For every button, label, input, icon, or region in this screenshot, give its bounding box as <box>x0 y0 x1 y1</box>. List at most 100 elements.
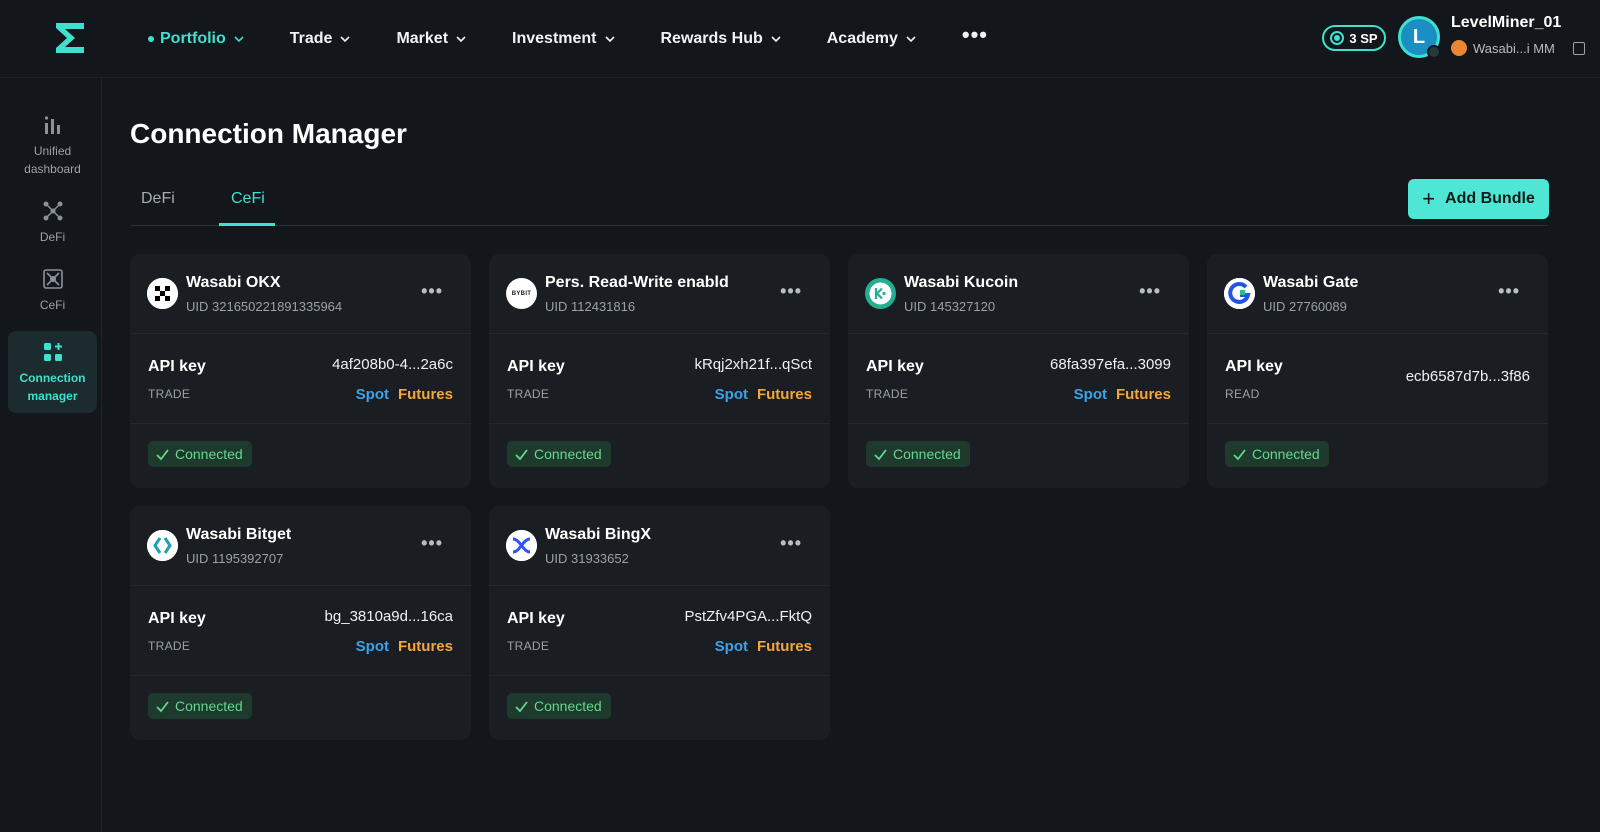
chevron-down-icon <box>604 36 615 43</box>
connection-name: Pers. Read-Write enabld <box>545 274 729 291</box>
user-name[interactable]: LevelMiner_01 <box>1451 14 1561 32</box>
main-nav: Portfolio Trade Market Investment Reward… <box>148 0 988 78</box>
gate-icon <box>1224 278 1255 309</box>
status-label: Connected <box>534 698 602 714</box>
nav-trade[interactable]: Trade <box>290 30 351 48</box>
bingx-icon <box>506 530 537 561</box>
check-icon <box>515 448 528 460</box>
market-types: Spot Futures <box>1074 386 1171 403</box>
nav-trade-label: Trade <box>289 30 333 47</box>
card-header: Wasabi OKX UID 321650221891335964 ••• <box>130 254 471 334</box>
api-key-label: API key <box>507 358 565 375</box>
card-more-menu-button[interactable]: ••• <box>421 534 443 552</box>
sp-points-badge[interactable]: 3 SP <box>1322 25 1386 51</box>
sidebar-item-unified-dashboard[interactable]: Unified dashboard <box>8 114 97 178</box>
nav-academy[interactable]: Academy <box>827 30 916 48</box>
kucoin-icon <box>865 278 896 309</box>
connection-card: Wasabi Gate UID 27760089 ••• API key REA… <box>1207 254 1548 488</box>
status-label: Connected <box>1252 446 1320 462</box>
okx-icon <box>147 278 178 309</box>
tab-cefi[interactable]: CeFi <box>231 190 265 208</box>
api-permission: TRADE <box>866 387 909 401</box>
connection-name: Wasabi OKX <box>186 274 281 291</box>
nav-market-label: Market <box>396 30 449 47</box>
api-key-value: kRqj2xh21f...qSct <box>694 356 812 373</box>
bybit-icon: BYBIT <box>506 278 537 309</box>
status-badge: Connected <box>148 441 252 467</box>
chevron-down-icon <box>234 36 244 43</box>
card-api-section: API key TRADE PstZfv4PGA...FktQ Spot Fut… <box>489 586 830 676</box>
sidebar-item-label: Unified dashboard <box>24 144 81 176</box>
nav-market[interactable]: Market <box>396 30 466 48</box>
spot-tag: Spot <box>1073 386 1107 403</box>
connection-uid: UID 1195392707 <box>186 551 284 566</box>
nav-investment-label: Investment <box>512 30 597 47</box>
card-header: Wasabi Gate UID 27760089 ••• <box>1207 254 1548 334</box>
bitget-icon <box>147 530 178 561</box>
api-permission: TRADE <box>148 639 191 653</box>
card-more-menu-button[interactable]: ••• <box>1498 282 1520 300</box>
api-key-value: ecb6587d7b...3f86 <box>1405 368 1530 385</box>
tab-defi[interactable]: DeFi <box>141 190 175 208</box>
user-wallet: Wasabi...i MM <box>1451 40 1585 56</box>
card-api-section: API key TRADE bg_3810a9d...16ca Spot Fut… <box>130 586 471 676</box>
sidebar: Unified dashboard DeFi CeFi Connection m… <box>0 78 102 832</box>
status-badge: Connected <box>1225 441 1329 467</box>
copy-icon[interactable] <box>1572 41 1585 55</box>
futures-tag: Futures <box>397 638 453 655</box>
card-more-menu-button[interactable]: ••• <box>780 534 802 552</box>
chevron-down-icon <box>456 36 466 43</box>
user-avatar[interactable]: L <box>1398 16 1441 59</box>
chevron-down-icon <box>340 36 351 43</box>
card-api-section: API key TRADE 4af208b0-4...2a6c Spot Fut… <box>130 334 471 424</box>
connection-uid: UID 112431816 <box>545 299 636 314</box>
card-more-menu-button[interactable]: ••• <box>780 282 802 300</box>
connection-name: Wasabi BingX <box>545 526 652 543</box>
nav-investment[interactable]: Investment <box>512 30 615 48</box>
card-api-section: API key TRADE 68fa397efa...3099 Spot Fut… <box>848 334 1189 424</box>
add-bundle-label: Add Bundle <box>1445 190 1535 207</box>
api-permission: TRADE <box>507 387 550 401</box>
api-key-value: bg_3810a9d...16ca <box>324 608 453 625</box>
api-key-label: API key <box>507 610 565 627</box>
status-badge: Connected <box>507 693 611 719</box>
api-permission: READ <box>1225 387 1260 401</box>
status-badge: Connected <box>866 441 970 467</box>
chevron-down-icon <box>771 36 781 43</box>
card-header: Wasabi Kucoin UID 145327120 ••• <box>848 254 1189 334</box>
api-key-label: API key <box>148 358 206 375</box>
spot-tag: Spot <box>714 638 748 655</box>
nav-rewards-hub[interactable]: Rewards Hub <box>661 30 781 48</box>
spot-tag: Spot <box>355 386 389 403</box>
add-bundle-button[interactable]: + Add Bundle <box>1408 179 1549 219</box>
metamask-fox-icon <box>1451 40 1467 56</box>
connection-uid: UID 31933652 <box>545 551 629 566</box>
status-label: Connected <box>893 446 961 462</box>
connection-uid: UID 145327120 <box>904 299 996 314</box>
card-more-menu-button[interactable]: ••• <box>1139 282 1161 300</box>
connection-uid: UID 321650221891335964 <box>186 299 343 314</box>
check-icon <box>874 448 887 460</box>
card-more-menu-button[interactable]: ••• <box>421 282 443 300</box>
card-header: BYBIT Pers. Read-Write enabld UID 112431… <box>489 254 830 334</box>
sigma-logo-icon[interactable] <box>52 20 88 56</box>
status-label: Connected <box>175 446 243 462</box>
page-title: Connection Manager <box>130 118 407 149</box>
connection-name: Wasabi Kucoin <box>904 274 1019 291</box>
api-permission: TRADE <box>507 639 550 653</box>
avatar-initial: L <box>1412 25 1426 48</box>
nav-more-button[interactable]: ••• <box>962 24 988 46</box>
spot-tag: Spot <box>714 386 748 403</box>
sidebar-item-defi[interactable]: DeFi <box>8 200 97 246</box>
check-icon <box>156 448 169 460</box>
bybit-logo-text: BYBIT <box>511 290 532 297</box>
nav-portfolio[interactable]: Portfolio <box>148 30 244 48</box>
chevron-down-icon <box>906 36 916 43</box>
api-key-value: 68fa397efa...3099 <box>1050 356 1171 373</box>
connection-card: Wasabi Bitget UID 1195392707 ••• API key… <box>130 506 471 740</box>
card-api-section: API key READ ecb6587d7b...3f86 <box>1207 334 1548 424</box>
nav-portfolio-label: Portfolio <box>160 30 226 47</box>
sidebar-item-cefi[interactable]: CeFi <box>8 268 97 314</box>
sidebar-item-connection-manager[interactable]: Connection manager <box>8 331 97 413</box>
plus-icon: + <box>1422 186 1436 211</box>
